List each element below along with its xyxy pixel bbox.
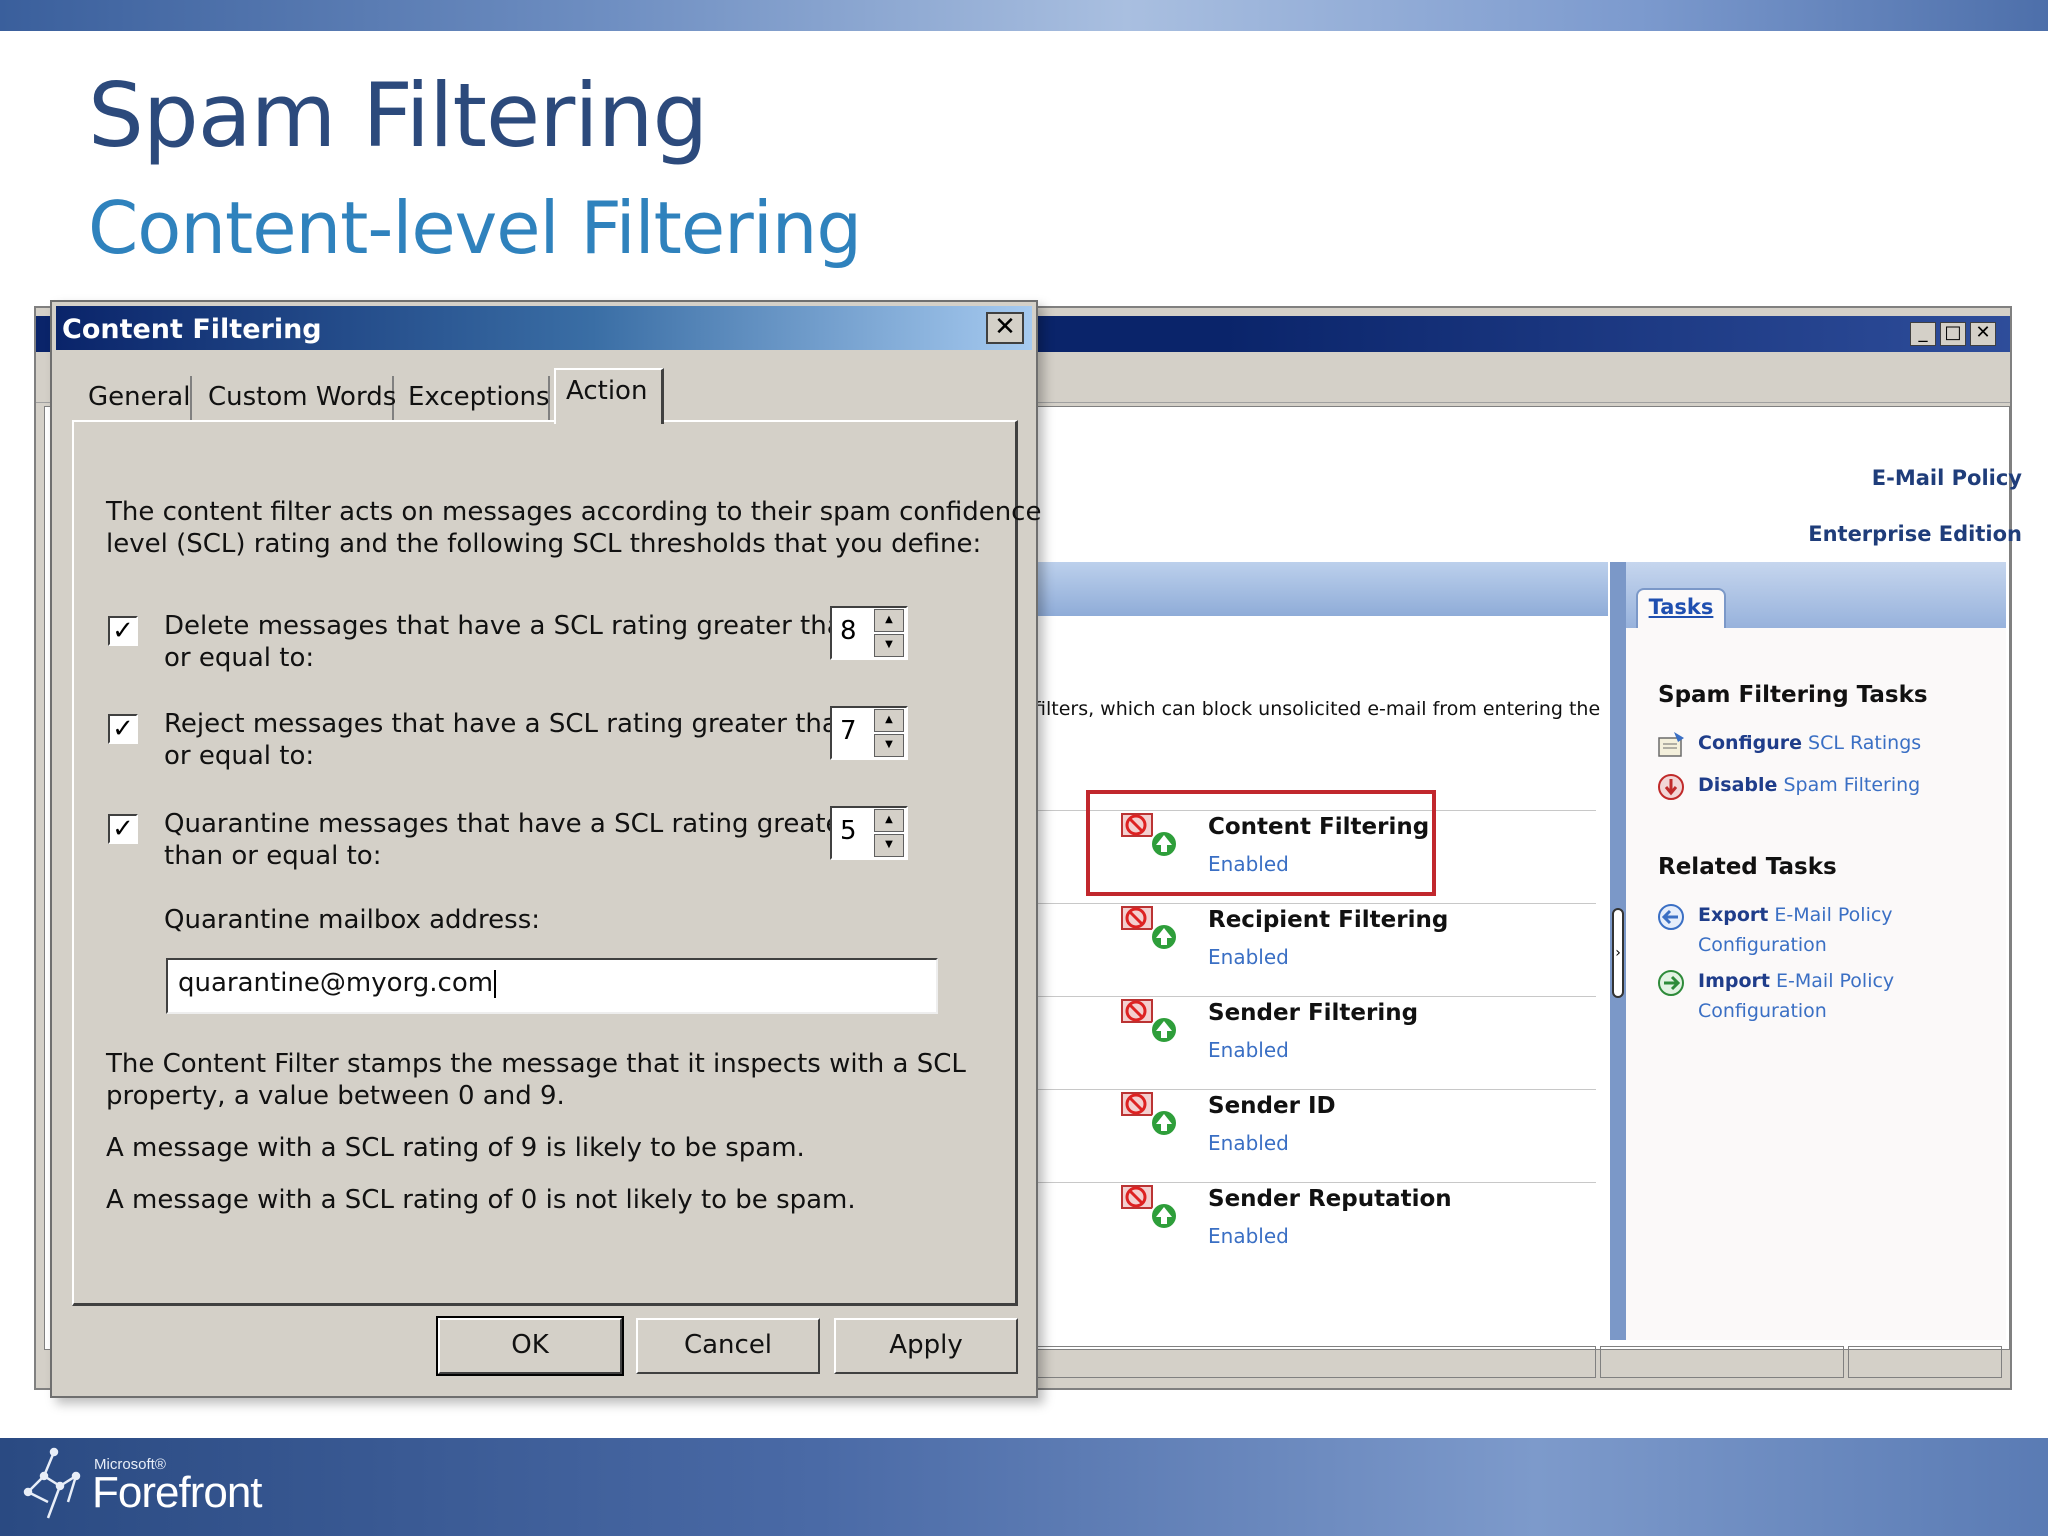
- tab-tasks[interactable]: Tasks: [1636, 588, 1726, 628]
- slide-subtitle: Content-level Filtering: [88, 186, 862, 270]
- filter-item-recipient-filtering[interactable]: Recipient Filtering Enabled: [1108, 899, 1594, 991]
- delete-threshold-label-2: or equal to:: [164, 643, 315, 673]
- task-rest: E-Mail Policy: [1774, 904, 1893, 926]
- disable-icon: [1658, 774, 1684, 800]
- task-verb: Export: [1698, 904, 1769, 926]
- results-pane-header: [1030, 562, 1608, 616]
- product-name: E-Mail Policy: [1871, 466, 2022, 490]
- splitter-handle[interactable]: ›: [1612, 908, 1624, 998]
- filter-status: Enabled: [1208, 945, 1289, 969]
- configure-icon: [1658, 732, 1684, 757]
- reject-threshold-spinner[interactable]: 7 ▲ ▼: [830, 706, 908, 760]
- export-icon: [1658, 904, 1684, 930]
- delete-threshold-label: Delete messages that have a SCL rating g…: [164, 611, 860, 641]
- spinner-value: 8: [840, 616, 857, 646]
- spin-up-button[interactable]: ▲: [874, 609, 904, 632]
- import-icon: [1658, 970, 1684, 996]
- intro-line-2: level (SCL) rating and the following SCL…: [106, 529, 982, 559]
- scl-note-line-1: The Content Filter stamps the message th…: [106, 1049, 966, 1079]
- status-cell: [1030, 1346, 1596, 1378]
- quarantine-threshold-spinner[interactable]: 5 ▲ ▼: [830, 806, 908, 860]
- task-rest: Spam Filtering: [1783, 774, 1921, 796]
- task-verb: Configure: [1698, 732, 1802, 754]
- quarantine-threshold-checkbox[interactable]: ✓: [108, 814, 138, 844]
- filter-agent-icon: [1121, 999, 1178, 1044]
- filter-status: Enabled: [1208, 1038, 1289, 1062]
- filter-agent-icon: [1121, 906, 1178, 951]
- footer-brand-forefront: Forefront: [92, 1468, 263, 1517]
- reject-threshold-checkbox[interactable]: ✓: [108, 714, 138, 744]
- status-cell: [1600, 1346, 1844, 1378]
- slide-footer-band: [0, 1438, 2048, 1536]
- spinner-value: 7: [840, 716, 857, 746]
- filter-agent-icon: [1121, 1185, 1178, 1230]
- product-edition: Enterprise Edition: [1808, 522, 2022, 546]
- ok-button[interactable]: OK: [436, 1316, 624, 1376]
- dialog-titlebar: Content Filtering ✕: [56, 306, 1032, 350]
- task-rest: SCL Ratings: [1808, 732, 1922, 754]
- spinner-value: 5: [840, 816, 857, 846]
- scl-note-line-2: property, a value between 0 and 9.: [106, 1081, 565, 1111]
- quarantine-mailbox-label: Quarantine mailbox address:: [164, 905, 541, 935]
- configure-scl-link[interactable]: Configure SCL Ratings: [1698, 732, 1921, 754]
- disable-spam-filtering-link[interactable]: Disable Spam Filtering: [1698, 774, 1920, 796]
- forefront-logo-icon: [23, 1447, 81, 1519]
- spam-tasks-heading: Spam Filtering Tasks: [1658, 682, 1928, 708]
- results-intro-text: filters, which can block unsolicited e-m…: [1034, 698, 1601, 720]
- task-rest: E-Mail Policy: [1776, 970, 1895, 992]
- export-email-policy-link-line2[interactable]: Configuration: [1698, 934, 1827, 956]
- tab-exceptions[interactable]: Exceptions: [398, 376, 550, 420]
- minimize-button[interactable]: _: [1910, 322, 1936, 346]
- quarantine-threshold-label-2: than or equal to:: [164, 841, 382, 871]
- spin-up-button[interactable]: ▲: [874, 809, 904, 832]
- filter-status: Enabled: [1208, 1224, 1289, 1248]
- task-verb: Disable: [1698, 774, 1778, 796]
- task-verb: Import: [1698, 970, 1770, 992]
- related-tasks-heading: Related Tasks: [1658, 854, 1837, 880]
- quarantine-mailbox-value: quarantine@myorg.com: [178, 968, 494, 998]
- spin-down-button[interactable]: ▼: [874, 834, 904, 857]
- tab-action[interactable]: Action: [554, 368, 664, 424]
- filter-item-sender-id[interactable]: Sender ID Enabled: [1108, 1085, 1594, 1177]
- delete-threshold-checkbox[interactable]: ✓: [108, 616, 138, 646]
- apply-button[interactable]: Apply: [834, 1318, 1018, 1374]
- tab-custom-words[interactable]: Custom Words: [198, 376, 396, 420]
- delete-threshold-spinner[interactable]: 8 ▲ ▼: [830, 606, 908, 660]
- scl-note-spam: A message with a SCL rating of 9 is like…: [106, 1133, 805, 1163]
- tab-general[interactable]: General: [78, 376, 192, 420]
- window-close-button[interactable]: ✕: [1970, 322, 1996, 346]
- filter-agent-icon: [1121, 1092, 1178, 1137]
- filter-name: Sender Filtering: [1208, 1000, 1419, 1026]
- filter-name: Recipient Filtering: [1208, 907, 1449, 933]
- console-status-bar: [1030, 1346, 2002, 1380]
- filter-item-sender-reputation[interactable]: Sender Reputation Enabled: [1108, 1178, 1594, 1270]
- reject-threshold-label-2: or equal to:: [164, 741, 315, 771]
- spin-up-button[interactable]: ▲: [874, 709, 904, 732]
- filter-item-sender-filtering[interactable]: Sender Filtering Enabled: [1108, 992, 1594, 1084]
- import-email-policy-link-line2[interactable]: Configuration: [1698, 1000, 1827, 1022]
- status-cell: [1848, 1346, 2002, 1378]
- highlight-box: [1086, 790, 1436, 896]
- export-email-policy-link[interactable]: Export E-Mail Policy: [1698, 904, 1893, 926]
- dialog-title: Content Filtering: [62, 314, 322, 345]
- intro-line-1: The content filter acts on messages acco…: [106, 497, 1042, 527]
- cancel-button[interactable]: Cancel: [636, 1318, 820, 1374]
- import-email-policy-link[interactable]: Import E-Mail Policy: [1698, 970, 1894, 992]
- filter-name: Sender Reputation: [1208, 1186, 1452, 1212]
- maximize-button[interactable]: □: [1940, 322, 1966, 346]
- spin-down-button[interactable]: ▼: [874, 734, 904, 757]
- filter-status: Enabled: [1208, 1131, 1289, 1155]
- quarantine-threshold-label: Quarantine messages that have a SCL rati…: [164, 809, 853, 839]
- spin-down-button[interactable]: ▼: [874, 634, 904, 657]
- slide-top-band: [0, 0, 2048, 31]
- scl-note-not-spam: A message with a SCL rating of 0 is not …: [106, 1185, 856, 1215]
- text-caret: [494, 969, 497, 998]
- dialog-close-button[interactable]: ✕: [986, 312, 1024, 344]
- reject-threshold-label: Reject messages that have a SCL rating g…: [164, 709, 855, 739]
- quarantine-mailbox-input[interactable]: quarantine@myorg.com: [166, 958, 938, 1014]
- filter-name: Sender ID: [1208, 1093, 1336, 1119]
- slide-title: Spam Filtering: [88, 64, 708, 167]
